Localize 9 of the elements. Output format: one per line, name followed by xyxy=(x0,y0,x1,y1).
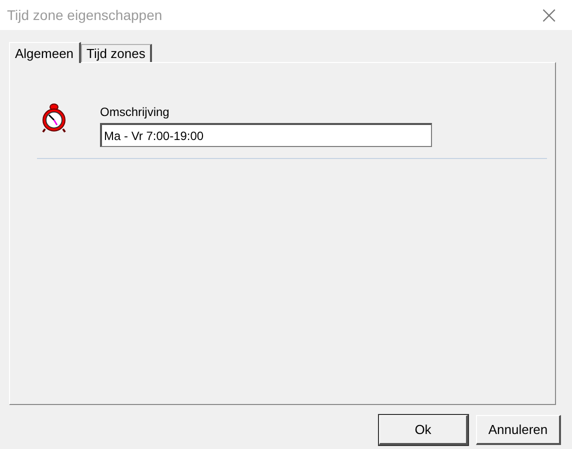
description-label: Omschrijving xyxy=(100,105,170,119)
tab[interactable]: Tijd zones xyxy=(80,44,152,62)
alarm-clock-icon xyxy=(40,103,68,133)
description-field[interactable]: Ma - Vr 7:00-19:00 xyxy=(100,123,432,147)
close-button[interactable]: × xyxy=(526,0,572,30)
tab[interactable]: Algemeen xyxy=(9,42,81,63)
ok-button[interactable]: Ok xyxy=(379,415,468,445)
cancel-button[interactable]: Annuleren xyxy=(476,415,561,445)
window-title: Tijd zone eigenschappen xyxy=(7,7,162,23)
